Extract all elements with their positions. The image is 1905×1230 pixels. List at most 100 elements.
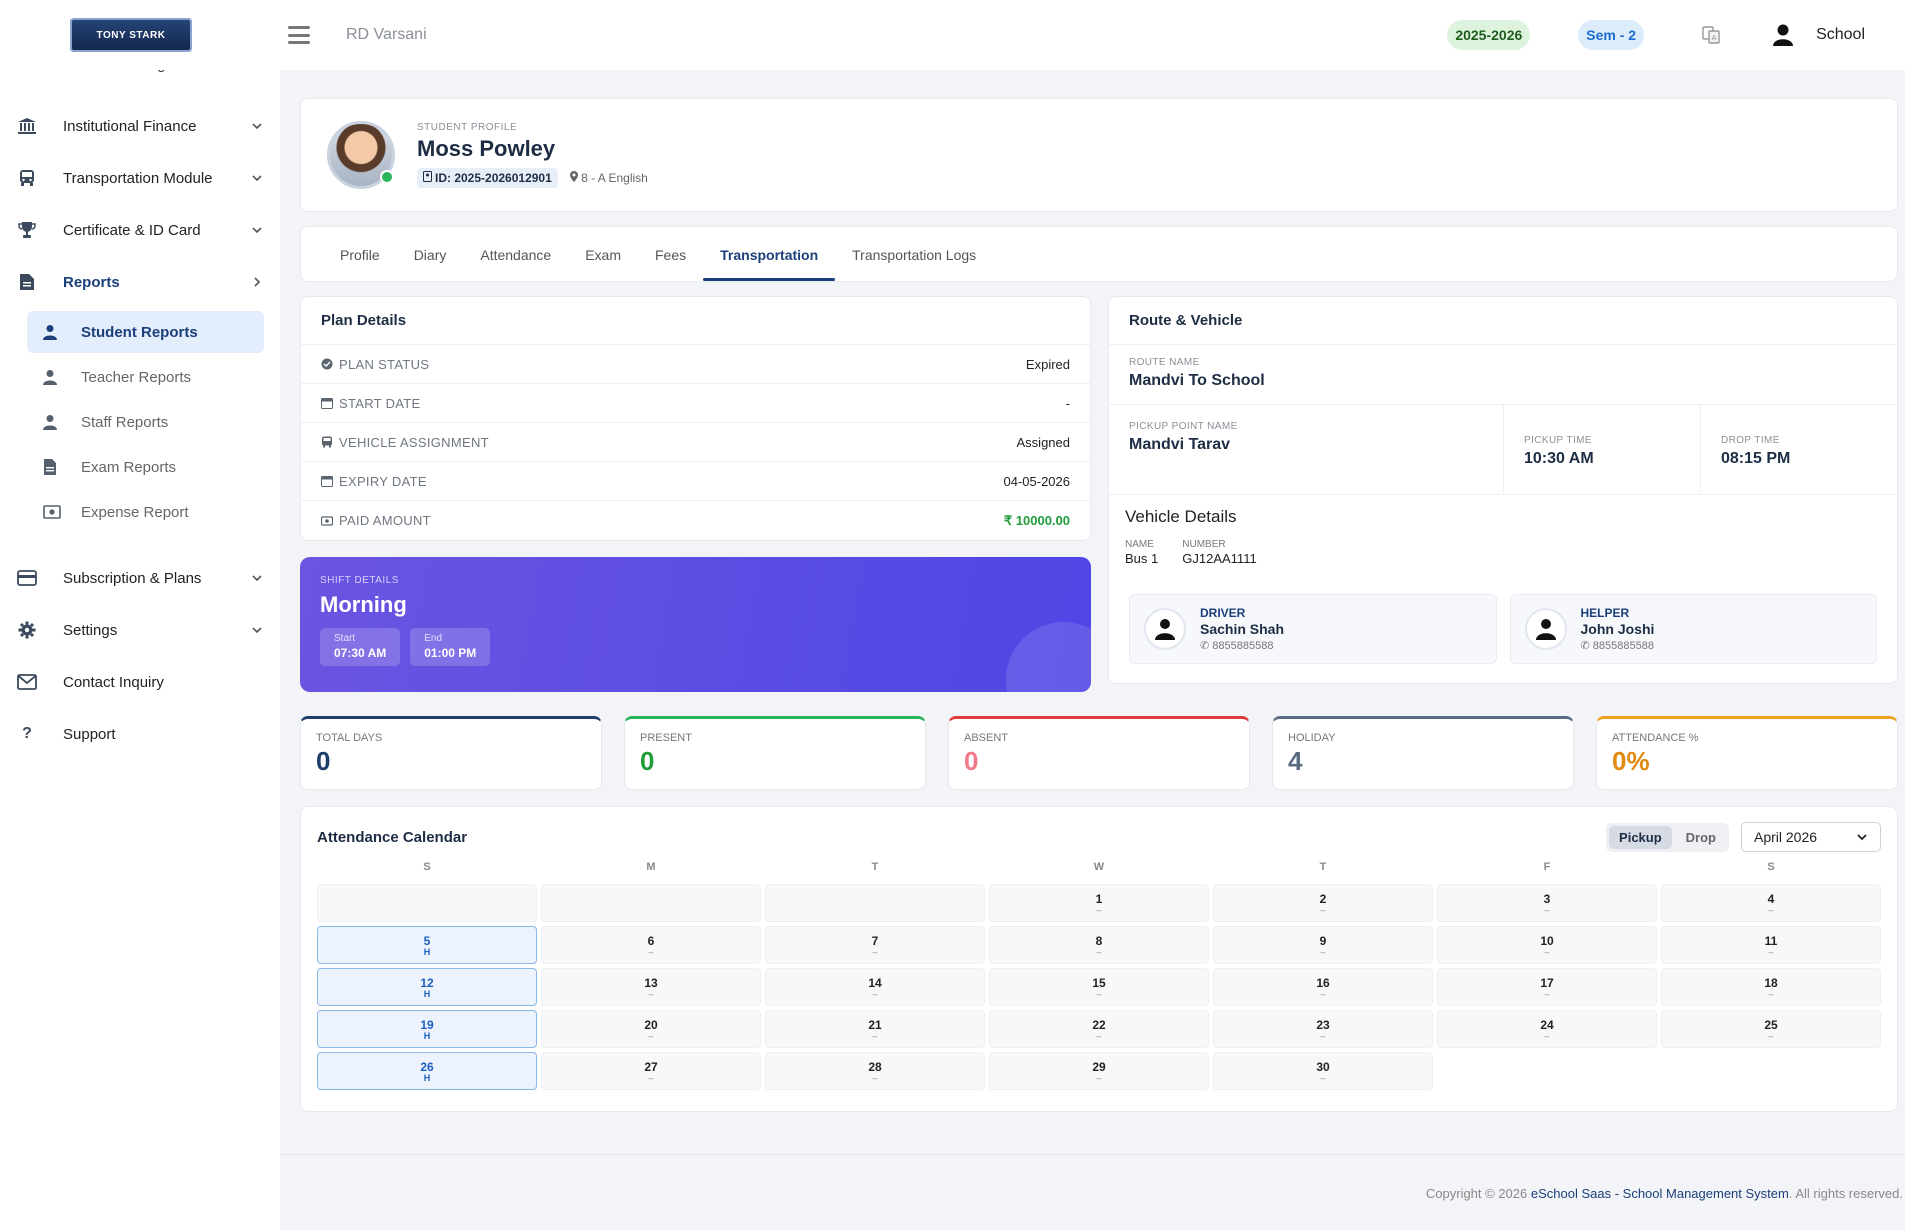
calendar-day-status: – [1096,946,1102,957]
calendar-day[interactable]: 4– [1661,884,1881,922]
weekday-label: W [1093,861,1105,873]
calendar-day[interactable]: 13– [541,968,761,1006]
chevron-down-icon [252,627,262,634]
tab-transportation[interactable]: Transportation [703,247,836,281]
sidebar-item-certificate-id-card[interactable]: Certificate & ID Card [0,204,280,256]
user-name[interactable]: School [1816,26,1865,44]
calendar-day-status: – [1320,904,1326,915]
calendar-day[interactable]: 5H [317,926,537,964]
tab-exam[interactable]: Exam [568,247,638,281]
calendar-day[interactable]: 20– [541,1010,761,1048]
route-vehicle-card: Route & Vehicle ROUTE NAME Mandvi To Sch… [1108,296,1898,684]
calendar-day[interactable]: 27– [541,1052,761,1090]
calendar-day-number: 28 [868,1059,882,1074]
calendar-day[interactable]: 10– [1437,926,1657,964]
user-avatar-icon[interactable] [1772,23,1794,47]
sidebar-item-teacher-reports[interactable]: Teacher Reports [27,356,264,398]
calendar-day[interactable]: 8– [989,926,1209,964]
calendar-day[interactable]: 23– [1213,1010,1433,1048]
calendar-empty-cell [317,884,537,922]
calendar-day-number: 12 [420,975,434,990]
calendar-day-status: – [1768,946,1774,957]
check-circle-icon [321,358,333,370]
calendar-day[interactable]: 19 H [317,1010,537,1048]
helper-avatar-icon [1524,608,1567,650]
calendar-day[interactable]: 25– [1661,1010,1881,1048]
sidebar-item-student-reports[interactable]: Student Reports [27,311,264,353]
driver-phone: ✆ 8855885588 [1200,640,1274,652]
calendar-day[interactable]: 14– [765,968,985,1006]
sidebar-item-exam-reports[interactable]: Exam Reports [27,446,264,488]
calendar-day-status: – [1320,988,1326,999]
chevron-down-icon [252,123,262,130]
money-icon [321,515,333,526]
tab-diary[interactable]: Diary [397,247,464,281]
calendar-day[interactable]: 11– [1661,926,1881,964]
sidebar-item-institutional-finance[interactable]: Institutional Finance [0,100,280,152]
calendar-day[interactable]: 1– [989,884,1209,922]
tab-fees[interactable]: Fees [638,247,703,281]
calendar-day[interactable]: 9– [1213,926,1433,964]
footer: Copyright © 2026 eSchool Saas - School M… [280,1154,1905,1230]
calendar-day[interactable]: 2– [1213,884,1433,922]
session-badge[interactable]: 2025-2026 [1447,20,1531,50]
month-select[interactable]: April 2026 [1741,822,1881,852]
calendar-day-number: 10 [1540,933,1554,948]
language-icon[interactable]: A [1700,24,1722,46]
brand-link[interactable]: eSchool Saas - School Management System [1531,1186,1789,1201]
calendar-day[interactable]: 22– [989,1010,1209,1048]
logo-area[interactable]: TONY STARK [0,0,280,70]
sidebar-item-contact-inquiry[interactable]: Contact Inquiry [0,656,280,708]
copyright: Copyright © 2026 eSchool Saas - School M… [1425,1186,1903,1201]
toggle-drop[interactable]: Drop [1676,826,1726,849]
tab-profile[interactable]: Profile [323,247,397,281]
attendance-calendar: Attendance Calendar Pickup Drop April 20… [300,806,1898,1112]
menu-toggle-icon[interactable] [288,26,310,44]
tab-transportation-logs[interactable]: Transportation Logs [835,247,993,281]
calendar-day[interactable]: 28– [765,1052,985,1090]
pickup-row: PICKUP POINT NAME Mandvi Tarav PICKUP TI… [1109,405,1897,495]
calendar-day[interactable]: 15– [989,968,1209,1006]
sidebar-item-subscription-plans[interactable]: Subscription & Plans [0,552,280,604]
tab-attendance[interactable]: Attendance [463,247,568,281]
sidebar-item-expense-report[interactable]: Expense Report [27,491,264,533]
calendar-day-status: – [1320,1030,1326,1041]
calendar-day[interactable]: 16– [1213,968,1433,1006]
calendar-day[interactable]: 21– [765,1010,985,1048]
sidebar-item-support[interactable]: ? Support [0,708,280,760]
calendar-day[interactable]: 12 H [317,968,537,1006]
calendar-day[interactable]: 30– [1213,1052,1433,1090]
calendar-day-status: H [423,1030,431,1041]
calendar-day[interactable]: 18– [1661,968,1881,1006]
sidebar-item-settings[interactable]: Settings [0,604,280,656]
route-name: Mandvi To School [1129,372,1265,389]
toggle-pickup[interactable]: Pickup [1609,825,1672,849]
plan-details-title: Plan Details [301,297,1090,345]
main-content: STUDENT PROFILE Moss Powley ID: 2025-202… [300,98,1898,1112]
sidebar-item-transportation-module[interactable]: Transportation Module [0,152,280,204]
weekday-label: M [646,861,656,873]
calendar-day[interactable]: 24– [1437,1010,1657,1048]
calendar-day[interactable]: 17– [1437,968,1657,1006]
calendar-day[interactable]: 29– [989,1052,1209,1090]
calendar-day-number: 18 [1764,975,1778,990]
sidebar-item-staff-reports[interactable]: Staff Reports [27,401,264,443]
weekday-label: F [1543,861,1551,873]
report-icon [43,459,61,475]
calendar-day[interactable]: 7– [765,926,985,964]
school-logo[interactable]: TONY STARK [70,18,192,52]
calendar-day-number: 8 [1095,933,1103,948]
calendar-day-number: 7 [871,933,879,948]
calendar-day-number: 29 [1092,1059,1106,1074]
weekday-header: S M T W T F S [317,861,1881,879]
calendar-empty-cell [541,884,761,922]
calendar-day-status: – [1096,1030,1102,1041]
semester-badge[interactable]: Sem - 2 [1578,20,1645,50]
calendar-day-number: 3 [1543,891,1551,906]
calendar-day[interactable]: 3– [1437,884,1657,922]
question-icon: ? [22,725,32,742]
calendar-day[interactable]: 6– [541,926,761,964]
sidebar-item-reports[interactable]: Reports [0,256,280,308]
calendar-day[interactable]: 26 H [317,1052,537,1090]
calendar-day-status: – [1544,904,1550,915]
